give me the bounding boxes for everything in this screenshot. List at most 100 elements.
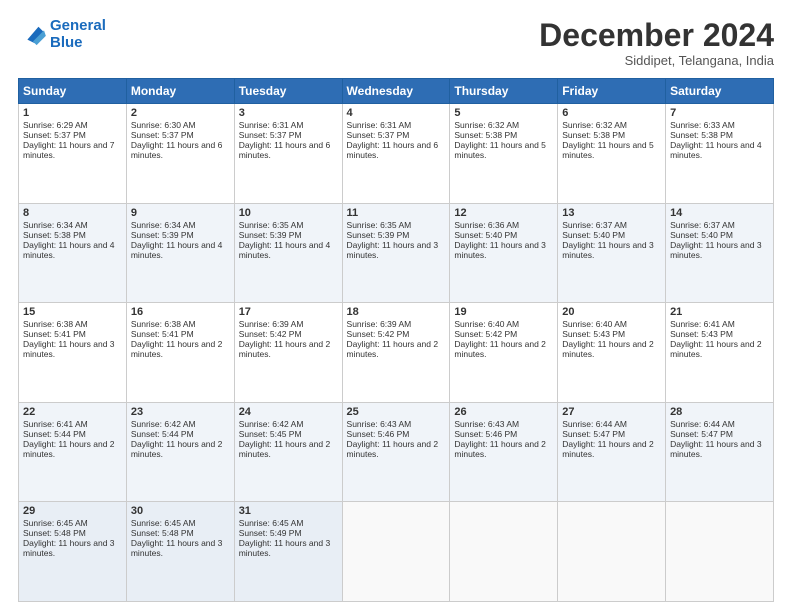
day-number: 13	[562, 207, 661, 219]
calendar-week-row: 29Sunrise: 6:45 AMSunset: 5:48 PMDayligh…	[19, 502, 774, 602]
calendar-cell: 18Sunrise: 6:39 AMSunset: 5:42 PMDayligh…	[342, 303, 450, 403]
sunset-text: Sunset: 5:39 PM	[131, 230, 230, 240]
calendar-cell: 5Sunrise: 6:32 AMSunset: 5:38 PMDaylight…	[450, 104, 558, 204]
calendar-cell: 17Sunrise: 6:39 AMSunset: 5:42 PMDayligh…	[234, 303, 342, 403]
daylight-text: Daylight: 11 hours and 2 minutes.	[347, 339, 446, 359]
sunrise-text: Sunrise: 6:38 AM	[131, 319, 230, 329]
sunset-text: Sunset: 5:44 PM	[23, 429, 122, 439]
logo-text-line2: Blue	[50, 35, 106, 52]
calendar-week-row: 15Sunrise: 6:38 AMSunset: 5:41 PMDayligh…	[19, 303, 774, 403]
sunset-text: Sunset: 5:43 PM	[562, 329, 661, 339]
calendar-cell: 8Sunrise: 6:34 AMSunset: 5:38 PMDaylight…	[19, 203, 127, 303]
sunrise-text: Sunrise: 6:43 AM	[454, 419, 553, 429]
sunrise-text: Sunrise: 6:34 AM	[23, 220, 122, 230]
day-number: 4	[347, 107, 446, 119]
sunrise-text: Sunrise: 6:36 AM	[454, 220, 553, 230]
sunset-text: Sunset: 5:42 PM	[347, 329, 446, 339]
sunset-text: Sunset: 5:42 PM	[239, 329, 338, 339]
calendar-cell: 30Sunrise: 6:45 AMSunset: 5:48 PMDayligh…	[126, 502, 234, 602]
sunrise-text: Sunrise: 6:37 AM	[562, 220, 661, 230]
sunset-text: Sunset: 5:40 PM	[454, 230, 553, 240]
daylight-text: Daylight: 11 hours and 2 minutes.	[454, 439, 553, 459]
calendar-header-wednesday: Wednesday	[342, 79, 450, 104]
day-number: 5	[454, 107, 553, 119]
calendar-header-saturday: Saturday	[666, 79, 774, 104]
sunset-text: Sunset: 5:47 PM	[562, 429, 661, 439]
day-number: 22	[23, 406, 122, 418]
calendar-cell: 29Sunrise: 6:45 AMSunset: 5:48 PMDayligh…	[19, 502, 127, 602]
day-number: 9	[131, 207, 230, 219]
calendar-cell: 10Sunrise: 6:35 AMSunset: 5:39 PMDayligh…	[234, 203, 342, 303]
day-number: 21	[670, 306, 769, 318]
sunrise-text: Sunrise: 6:31 AM	[239, 120, 338, 130]
calendar-cell: 6Sunrise: 6:32 AMSunset: 5:38 PMDaylight…	[558, 104, 666, 204]
calendar-header-tuesday: Tuesday	[234, 79, 342, 104]
sunrise-text: Sunrise: 6:29 AM	[23, 120, 122, 130]
day-number: 8	[23, 207, 122, 219]
calendar-cell: 16Sunrise: 6:38 AMSunset: 5:41 PMDayligh…	[126, 303, 234, 403]
daylight-text: Daylight: 11 hours and 2 minutes.	[347, 439, 446, 459]
calendar-cell	[558, 502, 666, 602]
day-number: 23	[131, 406, 230, 418]
daylight-text: Daylight: 11 hours and 3 minutes.	[670, 439, 769, 459]
calendar-cell	[666, 502, 774, 602]
calendar-header-row: SundayMondayTuesdayWednesdayThursdayFrid…	[19, 79, 774, 104]
day-number: 17	[239, 306, 338, 318]
calendar-cell: 2Sunrise: 6:30 AMSunset: 5:37 PMDaylight…	[126, 104, 234, 204]
month-title: December 2024	[539, 18, 774, 53]
calendar-cell: 4Sunrise: 6:31 AMSunset: 5:37 PMDaylight…	[342, 104, 450, 204]
sunrise-text: Sunrise: 6:40 AM	[454, 319, 553, 329]
calendar-header-sunday: Sunday	[19, 79, 127, 104]
day-number: 12	[454, 207, 553, 219]
page: General Blue December 2024 Siddipet, Tel…	[0, 0, 792, 612]
calendar-week-row: 1Sunrise: 6:29 AMSunset: 5:37 PMDaylight…	[19, 104, 774, 204]
daylight-text: Daylight: 11 hours and 3 minutes.	[670, 240, 769, 260]
calendar-cell: 24Sunrise: 6:42 AMSunset: 5:45 PMDayligh…	[234, 402, 342, 502]
sunrise-text: Sunrise: 6:41 AM	[670, 319, 769, 329]
day-number: 29	[23, 505, 122, 517]
sunrise-text: Sunrise: 6:30 AM	[131, 120, 230, 130]
sunset-text: Sunset: 5:38 PM	[562, 130, 661, 140]
sunset-text: Sunset: 5:49 PM	[239, 528, 338, 538]
day-number: 18	[347, 306, 446, 318]
daylight-text: Daylight: 11 hours and 3 minutes.	[23, 339, 122, 359]
calendar-cell: 14Sunrise: 6:37 AMSunset: 5:40 PMDayligh…	[666, 203, 774, 303]
sunset-text: Sunset: 5:41 PM	[23, 329, 122, 339]
logo-icon	[18, 23, 46, 47]
sunset-text: Sunset: 5:48 PM	[131, 528, 230, 538]
daylight-text: Daylight: 11 hours and 2 minutes.	[562, 439, 661, 459]
calendar-cell: 12Sunrise: 6:36 AMSunset: 5:40 PMDayligh…	[450, 203, 558, 303]
daylight-text: Daylight: 11 hours and 7 minutes.	[23, 140, 122, 160]
daylight-text: Daylight: 11 hours and 4 minutes.	[23, 240, 122, 260]
daylight-text: Daylight: 11 hours and 2 minutes.	[131, 439, 230, 459]
day-number: 19	[454, 306, 553, 318]
sunrise-text: Sunrise: 6:41 AM	[23, 419, 122, 429]
sunset-text: Sunset: 5:47 PM	[670, 429, 769, 439]
daylight-text: Daylight: 11 hours and 2 minutes.	[23, 439, 122, 459]
daylight-text: Daylight: 11 hours and 2 minutes.	[131, 339, 230, 359]
daylight-text: Daylight: 11 hours and 3 minutes.	[239, 538, 338, 558]
calendar-cell: 21Sunrise: 6:41 AMSunset: 5:43 PMDayligh…	[666, 303, 774, 403]
logo-text-line1: General	[50, 18, 106, 35]
daylight-text: Daylight: 11 hours and 4 minutes.	[239, 240, 338, 260]
daylight-text: Daylight: 11 hours and 5 minutes.	[454, 140, 553, 160]
sunset-text: Sunset: 5:43 PM	[670, 329, 769, 339]
sunrise-text: Sunrise: 6:44 AM	[670, 419, 769, 429]
sunrise-text: Sunrise: 6:39 AM	[239, 319, 338, 329]
logo: General Blue	[18, 18, 106, 51]
daylight-text: Daylight: 11 hours and 6 minutes.	[347, 140, 446, 160]
calendar-cell: 27Sunrise: 6:44 AMSunset: 5:47 PMDayligh…	[558, 402, 666, 502]
calendar-cell: 13Sunrise: 6:37 AMSunset: 5:40 PMDayligh…	[558, 203, 666, 303]
daylight-text: Daylight: 11 hours and 2 minutes.	[670, 339, 769, 359]
sunrise-text: Sunrise: 6:34 AM	[131, 220, 230, 230]
day-number: 25	[347, 406, 446, 418]
day-number: 26	[454, 406, 553, 418]
daylight-text: Daylight: 11 hours and 4 minutes.	[131, 240, 230, 260]
calendar-cell: 3Sunrise: 6:31 AMSunset: 5:37 PMDaylight…	[234, 104, 342, 204]
sunrise-text: Sunrise: 6:42 AM	[131, 419, 230, 429]
calendar-week-row: 22Sunrise: 6:41 AMSunset: 5:44 PMDayligh…	[19, 402, 774, 502]
calendar-cell: 19Sunrise: 6:40 AMSunset: 5:42 PMDayligh…	[450, 303, 558, 403]
daylight-text: Daylight: 11 hours and 2 minutes.	[239, 339, 338, 359]
sunset-text: Sunset: 5:46 PM	[454, 429, 553, 439]
daylight-text: Daylight: 11 hours and 3 minutes.	[454, 240, 553, 260]
